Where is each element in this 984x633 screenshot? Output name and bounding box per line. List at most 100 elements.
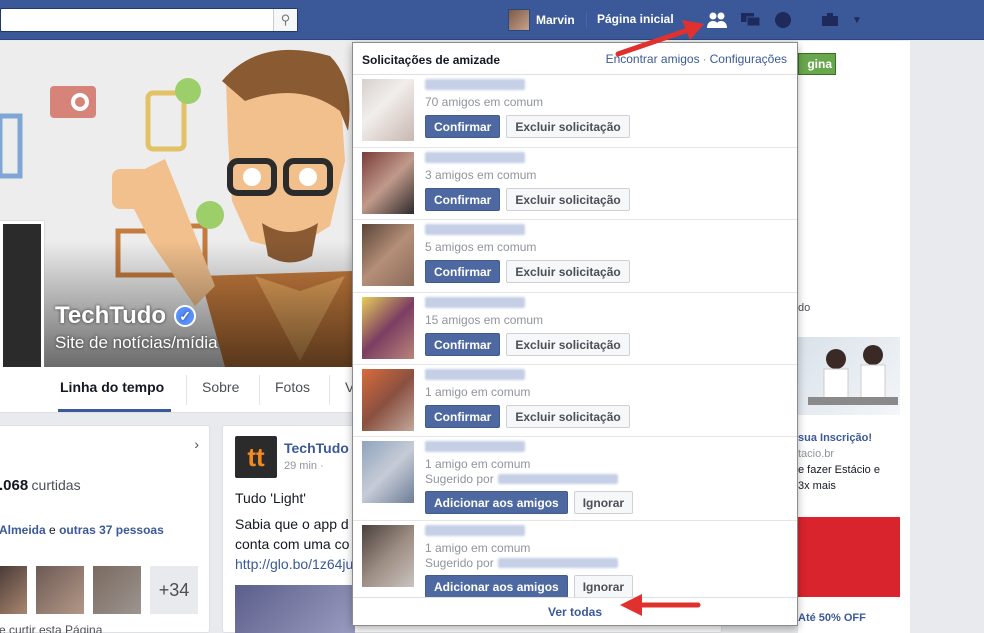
red-arrow-icon (615, 20, 704, 57)
profile-picture[interactable] (0, 221, 44, 367)
confirm-button[interactable]: Confirmar (425, 188, 501, 211)
ad-text: e fazer Estácio e (798, 464, 880, 476)
friend-thumbnail[interactable] (36, 566, 84, 614)
active-tab-indicator (58, 409, 171, 412)
more-friends-count[interactable]: +34 (150, 566, 198, 614)
friend-thumbnail[interactable] (93, 566, 141, 614)
post-text-line: Sabia que o app d (235, 516, 349, 532)
timeline-nav: Linha do tempo Sobre Fotos V (0, 367, 354, 413)
top-bar: ⚲ Marvin Página inicial ▼ (0, 0, 984, 40)
dropdown-header: Solicitações de amizade Encontrar amigos… (353, 43, 797, 75)
friend-request-item: 70 amigos em comum Confirmar Excluir sol… (353, 75, 797, 148)
tab-timeline[interactable]: Linha do tempo (60, 379, 164, 395)
likes-card: › .068 curtidas Almeida e outras 37 pess… (0, 425, 210, 633)
friend-suggestion-item: 1 amigo em comum Sugerido por Adicionar … (353, 521, 797, 599)
friend-requests-dropdown: Solicitações de amizade Encontrar amigos… (352, 42, 798, 626)
friend-suggestion-item: 1 amigo em comum Sugerido por Adicionar … (353, 437, 797, 521)
ignore-button[interactable]: Ignorar (573, 491, 634, 514)
search-box[interactable]: ⚲ (0, 8, 298, 32)
suggested-by: Sugerido por (425, 556, 618, 570)
likes-count: .068 (0, 477, 29, 494)
chevron-right-icon[interactable]: › (194, 436, 199, 452)
other-friends-link[interactable]: outras 37 pessoas (59, 523, 164, 537)
user-name: Marvin (536, 13, 575, 27)
post-image[interactable] (235, 585, 355, 633)
add-friend-button[interactable]: Adicionar aos amigos (425, 575, 568, 598)
likes-label: curtidas (31, 477, 81, 493)
delete-request-button[interactable]: Excluir solicitação (506, 405, 630, 428)
requester-photo[interactable] (362, 297, 414, 359)
mutual-friends[interactable]: 1 amigo em comum (425, 385, 530, 399)
confirm-button[interactable]: Confirmar (425, 405, 501, 428)
like-page-cta: e curtir esta Página (0, 623, 103, 633)
friend-request-item: 1 amigo em comum Confirmar Excluir solic… (353, 365, 797, 437)
requester-photo[interactable] (362, 152, 414, 214)
tab-photos[interactable]: Fotos (275, 379, 310, 395)
suggester-name[interactable] (497, 474, 618, 484)
search-icon[interactable]: ⚲ (273, 9, 297, 31)
messages-icon[interactable] (739, 9, 763, 31)
suggested-person-photo[interactable] (362, 441, 414, 503)
suggested-person-name[interactable] (425, 525, 525, 536)
red-arrow-icon (620, 594, 701, 616)
mutual-friends[interactable]: 70 amigos em comum (425, 95, 543, 109)
ad-title[interactable]: sua Inscrição! (798, 432, 872, 444)
requester-name[interactable] (425, 224, 525, 235)
user-profile-link[interactable]: Marvin (508, 9, 575, 31)
avatar (508, 9, 530, 31)
suggested-by: Sugerido por (425, 472, 618, 486)
requester-photo[interactable] (362, 369, 414, 431)
notifications-globe-icon[interactable] (771, 9, 795, 31)
confirm-button[interactable]: Confirmar (425, 115, 501, 138)
add-friend-button[interactable]: Adicionar aos amigos (425, 491, 568, 514)
page-name[interactable]: TechTudo ✓ (55, 302, 197, 330)
page-category: Site de notícias/mídia (55, 333, 218, 352)
requester-photo[interactable] (362, 224, 414, 286)
privacy-shortcuts-icon[interactable] (820, 9, 840, 31)
settings-link[interactable]: Configurações (710, 52, 787, 66)
friend-request-item: 3 amigos em comum Confirmar Excluir soli… (353, 148, 797, 220)
ad-image-2[interactable] (798, 517, 900, 597)
suggested-person-photo[interactable] (362, 525, 414, 587)
mutual-friends[interactable]: 3 amigos em comum (425, 168, 536, 182)
friend-request-item: 5 amigos em comum Confirmar Excluir soli… (353, 220, 797, 293)
verified-badge-icon: ✓ (174, 305, 197, 327)
post-text-line: conta com uma co (235, 536, 350, 552)
suggested-person-name[interactable] (425, 441, 525, 452)
friend-request-item: 15 amigos em comum Confirmar Excluir sol… (353, 293, 797, 365)
mutual-friends[interactable]: 1 amigo em comum (425, 541, 530, 555)
ad-text: 3x mais (798, 480, 836, 492)
delete-request-button[interactable]: Excluir solicitação (506, 333, 630, 356)
suggester-name[interactable] (497, 558, 618, 568)
requester-name[interactable] (425, 297, 525, 308)
post-link[interactable]: http://glo.bo/1z64ju (235, 556, 353, 572)
mutual-friends[interactable]: 5 amigos em comum (425, 240, 536, 254)
requester-photo[interactable] (362, 79, 414, 141)
friend-thumbnail[interactable] (0, 566, 27, 614)
confirm-button[interactable]: Confirmar (425, 333, 501, 356)
post-time[interactable]: 29 min · (284, 460, 324, 472)
ad-site: tacio.br (798, 448, 835, 460)
requester-name[interactable] (425, 79, 525, 90)
delete-request-button[interactable]: Excluir solicitação (506, 188, 630, 211)
delete-request-button[interactable]: Excluir solicitação (506, 115, 630, 138)
delete-request-button[interactable]: Excluir solicitação (506, 260, 630, 283)
requester-name[interactable] (425, 369, 525, 380)
ad2-title[interactable]: Até 50% OFF (798, 612, 866, 624)
dropdown-title: Solicitações de amizade (362, 53, 501, 67)
like-page-button[interactable]: gina (798, 53, 836, 75)
post-text-line: Tudo 'Light' (235, 490, 306, 506)
tab-about[interactable]: Sobre (202, 379, 239, 395)
mutual-friends[interactable]: 15 amigos em comum (425, 313, 543, 327)
settings-dropdown-icon[interactable]: ▼ (848, 9, 866, 31)
friend-requests-icon[interactable] (705, 9, 729, 31)
post-author[interactable]: TechTudo (284, 440, 349, 456)
sponsored-label: do (798, 302, 811, 314)
requester-name[interactable] (425, 152, 525, 163)
friend-name-link[interactable]: Almeida (0, 523, 46, 537)
ad-image[interactable] (798, 337, 900, 415)
confirm-button[interactable]: Confirmar (425, 260, 501, 283)
mutual-friends[interactable]: 1 amigo em comum (425, 457, 530, 471)
page-logo[interactable]: tt (235, 436, 277, 478)
see-all-link[interactable]: Ver todas (353, 597, 797, 625)
